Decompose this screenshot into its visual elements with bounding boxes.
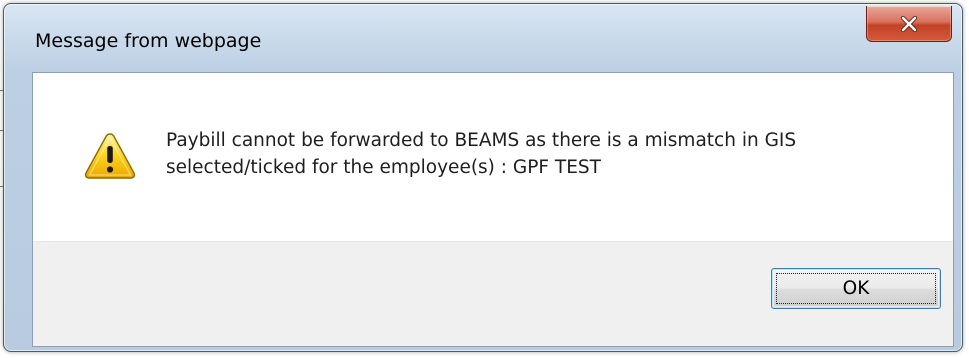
dialog-body: Paybill cannot be forwarded to BEAMS as … xyxy=(32,72,954,347)
warning-icon xyxy=(84,133,136,179)
message-area: Paybill cannot be forwarded to BEAMS as … xyxy=(33,73,953,241)
ok-button-label: OK xyxy=(842,278,870,299)
message-line: Paybill cannot be forwarded to BEAMS as … xyxy=(166,130,797,151)
message-dialog: Message from webpage Paybill cannot be f… xyxy=(3,3,963,352)
close-button[interactable] xyxy=(866,6,952,42)
close-icon xyxy=(900,15,918,32)
message-line: selected/ticked for the employee(s) : GP… xyxy=(166,157,601,178)
dialog-message: Paybill cannot be forwarded to BEAMS as … xyxy=(166,127,926,181)
dialog-title: Message from webpage xyxy=(35,30,262,52)
ok-button[interactable]: OK xyxy=(771,268,941,309)
